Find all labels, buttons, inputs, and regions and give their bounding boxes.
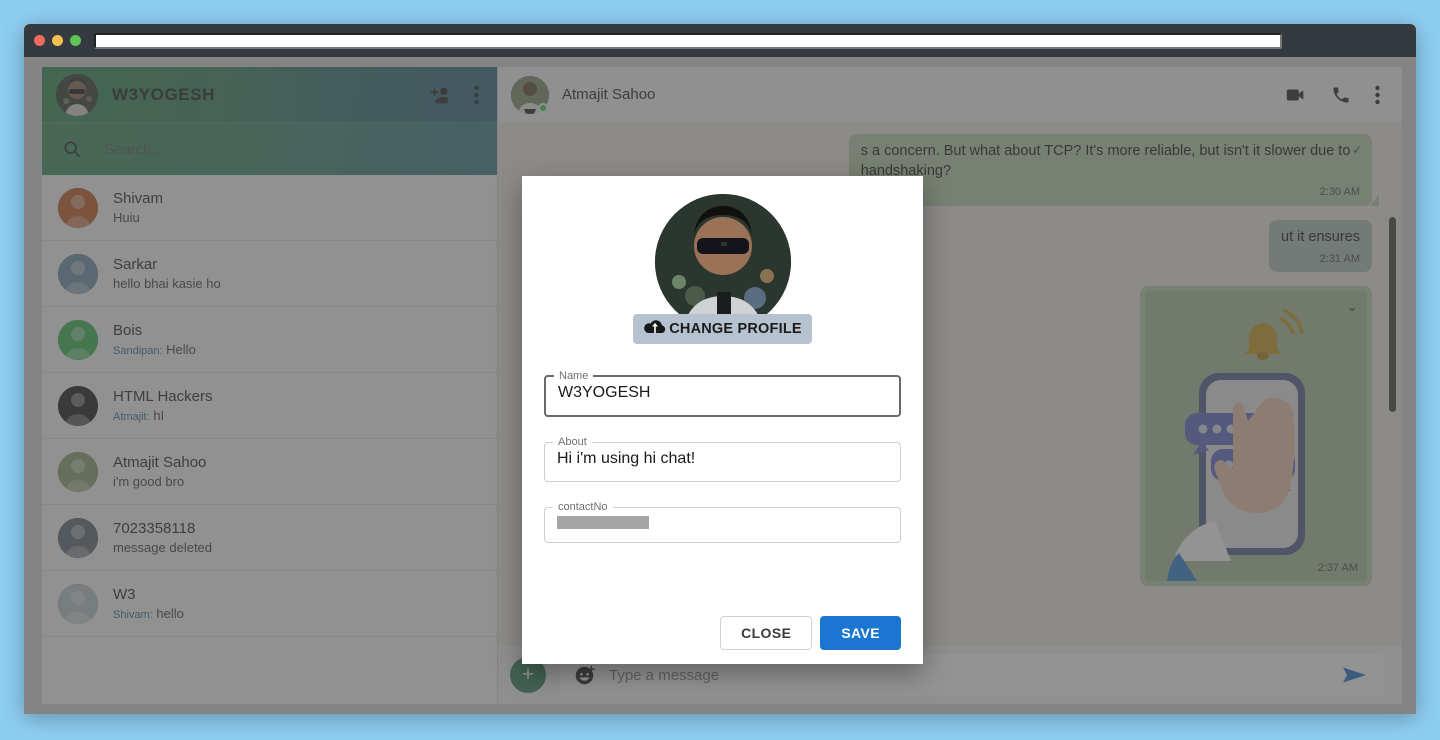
window-controls <box>34 35 81 46</box>
about-field[interactable]: About <box>544 436 901 482</box>
close-button[interactable]: CLOSE <box>720 616 813 650</box>
save-button[interactable]: SAVE <box>820 616 901 650</box>
edit-profile-dialog: CHANGE PROFILE Name About contactNo <box>522 176 923 664</box>
about-field-label: About <box>558 436 587 448</box>
name-field-label: Name <box>559 370 589 382</box>
change-profile-label: CHANGE PROFILE <box>669 321 802 337</box>
dialog-actions: CLOSE SAVE <box>544 616 901 650</box>
minimize-dot[interactable] <box>52 35 63 46</box>
maximize-dot[interactable] <box>70 35 81 46</box>
browser-titlebar <box>24 24 1416 57</box>
about-input[interactable] <box>545 448 900 481</box>
contactno-field[interactable]: contactNo <box>544 501 901 543</box>
name-field[interactable]: Name <box>544 370 901 417</box>
profile-avatar[interactable] <box>654 194 791 330</box>
name-input[interactable] <box>546 382 899 415</box>
contactno-redacted-value <box>557 516 649 529</box>
url-bar[interactable] <box>94 32 1282 49</box>
contactno-field-label: contactNo <box>558 501 608 513</box>
screen: W3YOGESH <box>0 0 1440 740</box>
app-viewport: W3YOGESH <box>24 57 1416 714</box>
close-dot[interactable] <box>34 35 45 46</box>
cloud-upload-icon <box>643 317 667 341</box>
profile-fields: Name About contactNo <box>544 370 901 543</box>
browser-window: W3YOGESH <box>24 24 1416 714</box>
profile-picture-area: CHANGE PROFILE <box>544 194 901 344</box>
change-profile-button[interactable]: CHANGE PROFILE <box>633 314 812 344</box>
